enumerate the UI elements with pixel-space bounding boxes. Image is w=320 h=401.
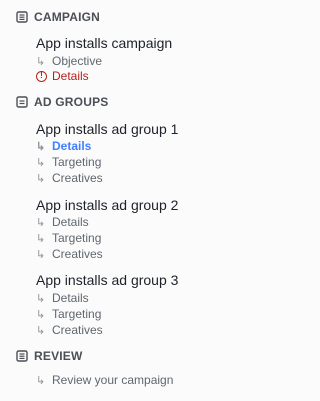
return-arrow-icon: ↳ xyxy=(36,374,46,387)
review-header[interactable]: REVIEW xyxy=(16,349,83,363)
ad-group-1-targeting-item[interactable]: ↳ Targeting xyxy=(36,155,101,169)
campaign-objective-label: Objective xyxy=(52,54,103,68)
campaign-header-label: CAMPAIGN xyxy=(34,10,101,24)
ad-group-3-targeting-item[interactable]: ↳ Targeting xyxy=(36,307,101,321)
ad-group-1-details-label: Details xyxy=(52,139,92,153)
return-arrow-icon: ↳ xyxy=(36,232,46,245)
review-campaign-item[interactable]: ↳ Review your campaign xyxy=(36,373,173,387)
ad-group-2-creatives-item[interactable]: ↳ Creatives xyxy=(36,247,103,261)
ad-group-1-creatives-label: Creatives xyxy=(52,171,103,185)
ad-group-3-details-item[interactable]: ↳ Details xyxy=(36,291,89,305)
campaign-title[interactable]: App installs campaign xyxy=(36,35,172,51)
campaign-details-label: Details xyxy=(52,69,89,83)
ad-groups-header-label: AD GROUPS xyxy=(34,95,109,109)
ad-group-3-title[interactable]: App installs ad group 3 xyxy=(36,272,178,288)
ad-groups-header[interactable]: AD GROUPS xyxy=(16,95,108,109)
ad-group-3-creatives-label: Creatives xyxy=(52,323,103,337)
ad-group-2-creatives-label: Creatives xyxy=(52,247,103,261)
ad-group-2-targeting-label: Targeting xyxy=(52,231,102,245)
ad-group-3-details-label: Details xyxy=(52,291,89,305)
campaign-details-item[interactable]: ! Details xyxy=(36,69,89,83)
ad-group-2-targeting-item[interactable]: ↳ Targeting xyxy=(36,231,101,245)
document-stack-icon xyxy=(16,11,28,23)
ad-group-1-creatives-item[interactable]: ↳ Creatives xyxy=(36,171,103,185)
ad-group-2-details-item[interactable]: ↳ Details xyxy=(36,215,89,229)
return-arrow-icon: ↳ xyxy=(36,156,46,169)
return-arrow-icon: ↳ xyxy=(36,292,46,305)
return-arrow-icon: ↳ xyxy=(36,216,46,229)
ad-group-1-title[interactable]: App installs ad group 1 xyxy=(36,121,178,137)
return-arrow-icon: ↳ xyxy=(36,55,46,68)
return-arrow-icon: ↳ xyxy=(36,308,46,321)
error-icon: ! xyxy=(36,70,47,82)
ad-set-icon xyxy=(16,96,28,108)
return-arrow-icon: ↳ xyxy=(36,324,46,337)
review-campaign-label: Review your campaign xyxy=(52,373,174,387)
return-arrow-icon: ↳ xyxy=(36,172,46,185)
review-list-icon xyxy=(16,350,28,362)
ad-group-1-targeting-label: Targeting xyxy=(52,155,102,169)
review-header-label: REVIEW xyxy=(34,349,83,363)
ad-group-2-details-label: Details xyxy=(52,215,89,229)
return-arrow-icon: ↳ xyxy=(36,140,46,153)
campaign-header[interactable]: CAMPAIGN xyxy=(16,10,100,24)
ad-group-1-details-item[interactable]: ↳ Details xyxy=(36,139,91,153)
return-arrow-icon: ↳ xyxy=(36,248,46,261)
ad-group-2-title[interactable]: App installs ad group 2 xyxy=(36,197,178,213)
ad-group-3-creatives-item[interactable]: ↳ Creatives xyxy=(36,323,103,337)
campaign-objective-item[interactable]: ↳ Objective xyxy=(36,54,102,68)
ad-group-3-targeting-label: Targeting xyxy=(52,307,102,321)
